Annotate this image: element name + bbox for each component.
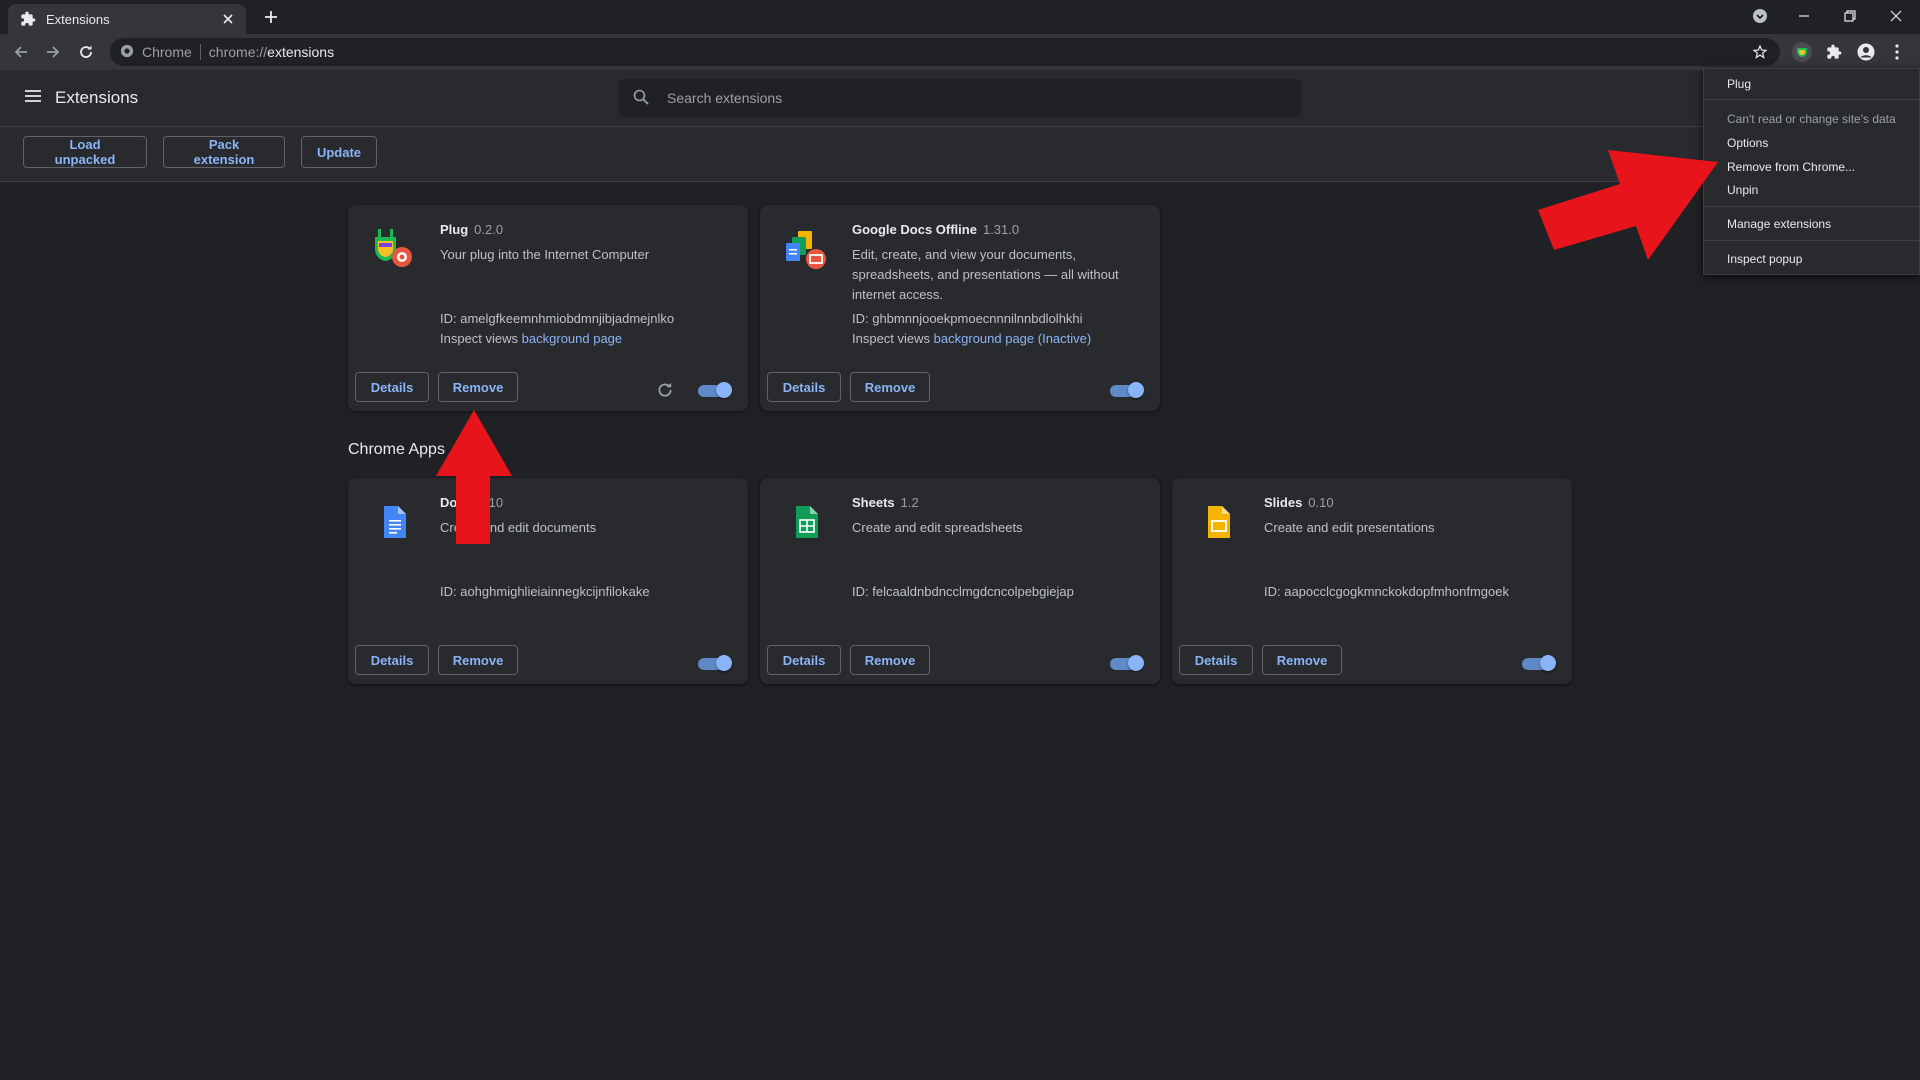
extension-version: 0.2.0: [474, 222, 504, 237]
app-card-docs: Docs 0.10 Create and edit documents ID: a…: [348, 478, 748, 684]
tab-strip: Extensions: [0, 0, 1920, 34]
extension-id: ID: ghbmnnjooekpmoecnnnilnnbdlolhkhi: [852, 311, 1083, 326]
browser-toolbar: Chrome chrome://extensions: [0, 34, 1920, 70]
forward-icon[interactable]: [43, 42, 63, 62]
minimize-icon[interactable]: [1794, 6, 1814, 26]
bookmark-star-icon[interactable]: [1752, 44, 1768, 60]
extensions-header: Extensions: [0, 70, 1920, 127]
inspect-views: Inspect views background page: [440, 331, 623, 346]
search-icon: [633, 89, 651, 107]
menu-item-manage-extensions[interactable]: Manage extensions: [1727, 217, 1831, 231]
background-page-link[interactable]: background page (Inactive): [934, 331, 1092, 346]
app-description: Create and edit spreadsheets: [852, 520, 1023, 535]
omnibox-divider: [199, 44, 201, 60]
search-input[interactable]: [665, 89, 1269, 107]
inspect-views: Inspect views background page (Inactive): [852, 331, 1092, 346]
extensions-puzzle-icon[interactable]: [1824, 42, 1844, 62]
enable-toggle[interactable]: [1110, 382, 1144, 398]
menu-item-plug[interactable]: Plug: [1727, 77, 1751, 91]
remove-button[interactable]: Remove: [850, 372, 930, 402]
extension-context-menu: Plug Can't read or change site's data Op…: [1703, 68, 1920, 275]
app-version: 0.10: [1308, 495, 1334, 510]
app-name: Slides 0.10: [1264, 495, 1334, 510]
google-docs-offline-icon: [784, 227, 828, 271]
menu-item-remove-from-chrome[interactable]: Remove from Chrome...: [1727, 160, 1855, 174]
chrome-icon: [120, 44, 136, 60]
remove-button[interactable]: Remove: [1262, 645, 1342, 675]
remove-button[interactable]: Remove: [438, 372, 518, 402]
reload-icon[interactable]: [76, 42, 96, 62]
menu-item-unpin[interactable]: Unpin: [1727, 183, 1758, 197]
menu-item-inspect-popup[interactable]: Inspect popup: [1727, 252, 1802, 266]
update-button[interactable]: Update: [301, 136, 377, 168]
back-icon[interactable]: [11, 42, 31, 62]
search-box: [619, 79, 1301, 117]
details-button[interactable]: Details: [355, 372, 429, 402]
tab-extensions[interactable]: Extensions: [8, 4, 246, 34]
remove-button[interactable]: Remove: [850, 645, 930, 675]
chrome-apps-heading: Chrome Apps: [348, 441, 445, 458]
enable-toggle[interactable]: [1110, 655, 1144, 671]
extension-name: Plug 0.2.0: [440, 222, 504, 237]
menu-divider: [1704, 206, 1920, 207]
details-button[interactable]: Details: [767, 372, 841, 402]
reload-extension-icon[interactable]: [656, 381, 674, 399]
menu-item-options[interactable]: Options: [1727, 136, 1768, 150]
extension-description: Your plug into the Internet Computer: [440, 247, 650, 262]
app-id: ID: aohghmighlieiainnegkcijnfilokake: [440, 584, 650, 599]
menu-divider: [1704, 99, 1920, 100]
close-window-icon[interactable]: [1886, 6, 1906, 26]
load-unpacked-button[interactable]: Load unpacked: [23, 136, 147, 168]
red-arrow-up-annotation: [436, 410, 512, 544]
details-button[interactable]: Details: [355, 645, 429, 675]
omnibox-origin: Chrome: [142, 44, 192, 60]
restore-icon[interactable]: [1840, 6, 1860, 26]
extension-card-plug: Plug 0.2.0 Your plug into the Internet Co…: [348, 205, 748, 411]
app-id: ID: aapocclcgogkmnckokdopfmhonfmgoek: [1264, 584, 1509, 599]
app-card-sheets: Sheets 1.2 Create and edit spreadsheets I…: [760, 478, 1160, 684]
omnibox-path: extensions: [267, 44, 335, 60]
plug-extension-icon[interactable]: [1792, 42, 1812, 62]
red-arrow-right-annotation: [1538, 150, 1718, 260]
kebab-menu-icon[interactable]: [1887, 42, 1907, 62]
background-page-link[interactable]: background page: [522, 331, 622, 346]
enable-toggle[interactable]: [698, 382, 732, 398]
extension-id: ID: amelgfkeemnhmiobdmnjibjadmejnlko: [440, 311, 675, 326]
sheets-icon: [784, 500, 828, 544]
extension-card-google-docs-offline: Google Docs Offline 1.31.0 Edit, create, …: [760, 205, 1160, 411]
menu-item-site-access: Can't read or change site's data: [1727, 112, 1896, 126]
omnibox-scheme: chrome://: [208, 44, 268, 60]
app-id: ID: felcaaldnbdncclmgdcncolpebgiejap: [852, 584, 1074, 599]
tab-title: Extensions: [46, 11, 110, 27]
new-tab-icon[interactable]: [262, 8, 280, 26]
profile-avatar-icon[interactable]: [1856, 42, 1876, 62]
docs-icon: [372, 500, 416, 544]
app-version: 1.2: [900, 495, 919, 510]
slides-icon: [1196, 500, 1240, 544]
remove-button[interactable]: Remove: [438, 645, 518, 675]
extension-version: 1.31.0: [982, 222, 1020, 237]
enable-toggle[interactable]: [698, 655, 732, 671]
puzzle-icon: [20, 11, 36, 27]
hamburger-menu-icon[interactable]: [24, 88, 44, 108]
extension-name: Google Docs Offline 1.31.0: [852, 222, 1020, 237]
plug-logo-icon: [372, 227, 416, 271]
close-tab-icon[interactable]: [220, 11, 236, 27]
enable-toggle[interactable]: [1522, 655, 1556, 671]
details-button[interactable]: Details: [767, 645, 841, 675]
app-description: Create and edit presentations: [1264, 520, 1435, 535]
app-name: Sheets 1.2: [852, 495, 919, 510]
pack-extension-button[interactable]: Pack extension: [163, 136, 285, 168]
app-card-slides: Slides 0.10 Create and edit presentations…: [1172, 478, 1572, 684]
tab-search-icon[interactable]: [1750, 6, 1770, 26]
address-bar[interactable]: Chrome chrome://extensions: [110, 38, 1780, 66]
extension-description: Edit, create, and view your documents, s…: [852, 247, 1119, 302]
menu-divider: [1704, 240, 1920, 241]
page-title: Extensions: [55, 88, 139, 107]
details-button[interactable]: Details: [1179, 645, 1253, 675]
